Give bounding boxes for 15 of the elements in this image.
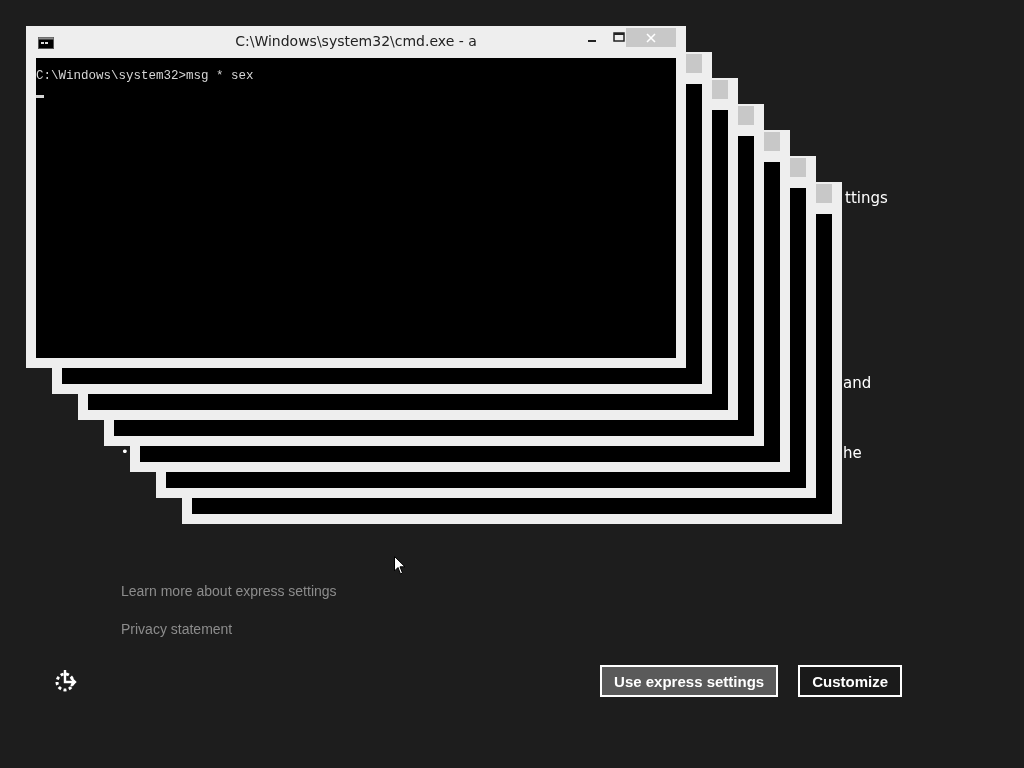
- maximize-icon[interactable]: [613, 32, 625, 42]
- console-icon: [38, 37, 54, 49]
- mouse-pointer-icon: [394, 556, 406, 575]
- window-title: C:\Windows\system32\cmd.exe - a: [235, 33, 477, 49]
- text-fragment: •: [121, 444, 129, 459]
- action-button[interactable]: Use express settings: [600, 665, 779, 697]
- text-link[interactable]: Learn more about express settings: [121, 583, 1024, 599]
- console-line: C:\Windows\system32>msg * sex: [36, 69, 255, 83]
- text-fragment: he: [843, 444, 862, 462]
- text-fragment: ttings: [845, 189, 888, 207]
- close-icon: [646, 32, 656, 43]
- ease-of-access-icon[interactable]: [53, 668, 79, 694]
- text-fragment: and: [843, 374, 872, 392]
- text-link[interactable]: Privacy statement: [121, 621, 1024, 637]
- action-button[interactable]: Customize: [798, 665, 902, 697]
